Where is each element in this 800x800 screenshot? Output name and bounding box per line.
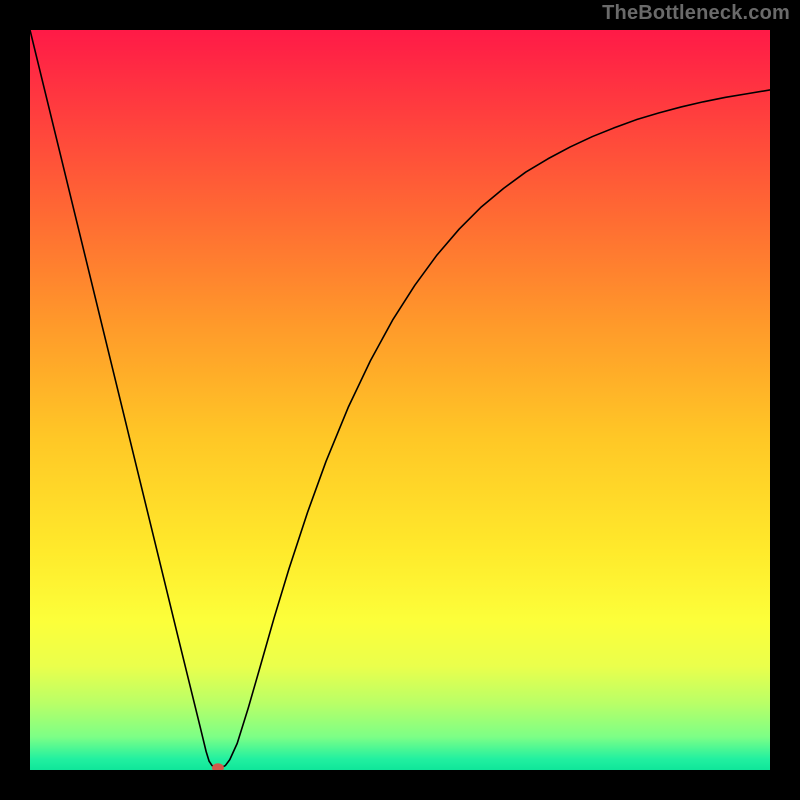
chart-frame: TheBottleneck.com: [0, 0, 800, 800]
chart-svg: [30, 30, 770, 770]
chart-background: [30, 30, 770, 770]
plot-area: [30, 30, 770, 770]
watermark-text: TheBottleneck.com: [602, 2, 790, 25]
